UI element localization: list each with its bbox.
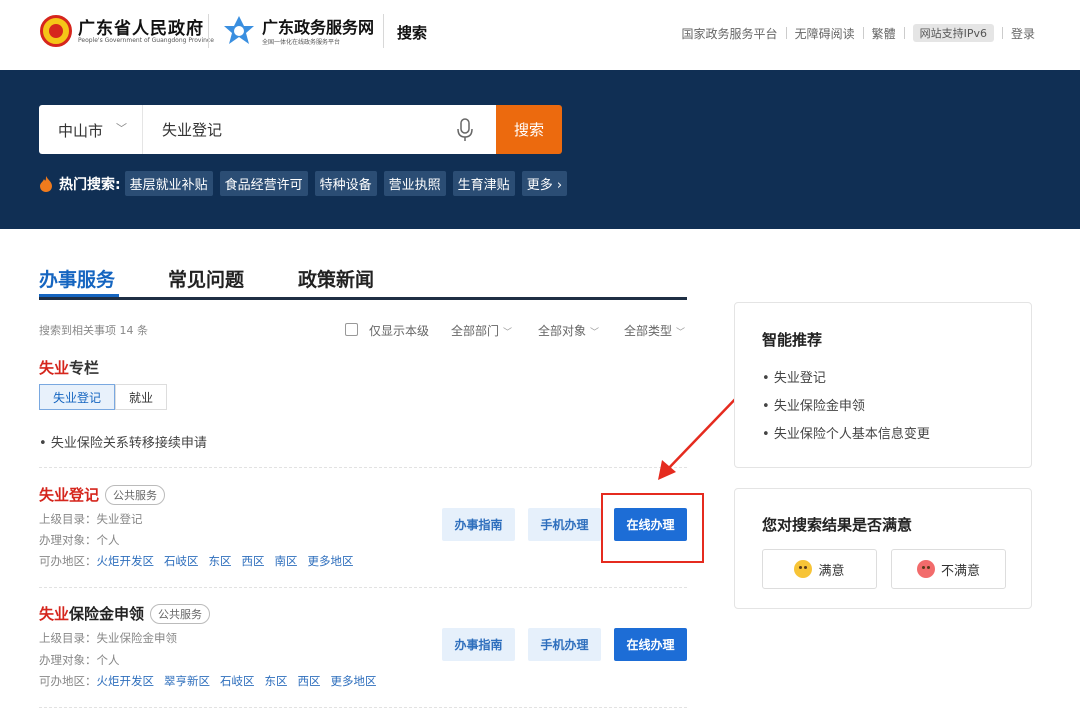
divider bbox=[208, 14, 209, 48]
filter-target[interactable]: 全部对象 ﹀ bbox=[538, 322, 599, 339]
annotation-highlight-box bbox=[601, 493, 704, 563]
service-regions: 可办地区：火炬开发区 翠亨新区 石岐区 东区 西区 更多地区 bbox=[39, 674, 377, 688]
gov-title[interactable]: 广东省人民政府 bbox=[78, 14, 204, 39]
service-catalog: 上级目录：失业保险金申领 bbox=[39, 631, 177, 645]
hot-tag[interactable]: 营业执照 bbox=[383, 171, 446, 196]
online-handle-button[interactable]: 在线办理 bbox=[614, 628, 687, 661]
recommend-title: 智能推荐 bbox=[762, 331, 823, 349]
city-select[interactable]: 中山市 bbox=[58, 120, 103, 141]
column-title: 失业专栏 bbox=[39, 359, 100, 377]
tab-policy-news[interactable]: 政策新闻 bbox=[298, 265, 374, 292]
tab-services[interactable]: 办事服务 bbox=[39, 265, 115, 292]
result-tabs: 办事服务 常见问题 政策新闻 bbox=[39, 262, 687, 300]
divider bbox=[39, 587, 687, 588]
feedback-title: 您对搜索结果是否满意 bbox=[762, 516, 913, 534]
recommend-item[interactable]: • 失业登记 bbox=[762, 367, 826, 386]
portal-logo-icon bbox=[224, 16, 254, 44]
link-accessibility[interactable]: 无障碍阅读 bbox=[795, 25, 855, 42]
filter-department[interactable]: 全部部门 ﹀ bbox=[451, 322, 512, 339]
region-link[interactable]: 翠亨新区 bbox=[164, 674, 210, 688]
tab-faq[interactable]: 常见问题 bbox=[168, 265, 244, 292]
search-input[interactable] bbox=[162, 117, 452, 142]
active-tab-indicator bbox=[39, 294, 119, 297]
only-local-checkbox[interactable] bbox=[345, 323, 358, 336]
recommend-item[interactable]: • 失业保险金申领 bbox=[762, 395, 865, 414]
subtab-unemployment-registration[interactable]: 失业登记 bbox=[39, 384, 116, 410]
service-catalog: 上级目录：失业登记 bbox=[39, 512, 143, 526]
feedback-card: 您对搜索结果是否满意 满意 不满意 bbox=[734, 488, 1032, 609]
region-link[interactable]: 南区 bbox=[275, 554, 298, 568]
guide-button[interactable]: 办事指南 bbox=[442, 628, 515, 661]
satisfied-button[interactable]: 满意 bbox=[762, 549, 877, 589]
result-count: 搜索到相关事项 14 条 bbox=[39, 324, 148, 337]
search-box: 中山市 ﹀ bbox=[39, 105, 496, 154]
hot-search: 热门搜索: 基层就业补贴 食品经营许可 特种设备 营业执照 生育津贴 更多 › bbox=[39, 171, 574, 196]
link-traditional-chinese[interactable]: 繁體 bbox=[872, 25, 896, 42]
national-emblem-icon bbox=[40, 15, 72, 47]
region-link[interactable]: 石岐区 bbox=[220, 674, 255, 688]
filter-type[interactable]: 全部类型 ﹀ bbox=[624, 322, 685, 339]
top-links: 国家政务服务平台 无障碍阅读 繁體 网站支持IPv6 登录 bbox=[682, 24, 1035, 42]
divider bbox=[39, 467, 687, 468]
fire-icon bbox=[40, 175, 52, 192]
hot-tag[interactable]: 食品经营许可 bbox=[219, 171, 308, 196]
more-regions-link[interactable]: 更多地区 bbox=[308, 554, 354, 568]
portal-subtitle: 全国一体化在线政务服务平台 bbox=[262, 39, 341, 46]
mobile-handle-button[interactable]: 手机办理 bbox=[528, 508, 601, 541]
recommend-item[interactable]: • 失业保险个人基本信息变更 bbox=[762, 423, 930, 442]
ipv6-badge: 网站支持IPv6 bbox=[912, 24, 994, 42]
chevron-down-icon[interactable]: ﹀ bbox=[116, 120, 127, 136]
public-service-tag: 公共服务 bbox=[105, 484, 166, 505]
guide-button[interactable]: 办事指南 bbox=[442, 508, 515, 541]
frown-icon bbox=[916, 560, 935, 578]
region-link[interactable]: 西区 bbox=[298, 674, 321, 688]
gov-subtitle: People's Government of Guangdong Provinc… bbox=[78, 37, 214, 44]
service-target: 办理对象：个人 bbox=[39, 533, 120, 547]
recommend-card: 智能推荐 • 失业登记 • 失业保险金申领 • 失业保险个人基本信息变更 bbox=[734, 302, 1032, 468]
region-link[interactable]: 火炬开发区 bbox=[97, 554, 155, 568]
region-link[interactable]: 西区 bbox=[242, 554, 265, 568]
portal-title[interactable]: 广东政务服务网 bbox=[262, 14, 374, 38]
region-link[interactable]: 东区 bbox=[209, 554, 232, 568]
more-regions-link[interactable]: 更多地区 bbox=[331, 674, 377, 688]
hot-tag[interactable]: 基层就业补贴 bbox=[124, 171, 213, 196]
hot-tag[interactable]: 生育津贴 bbox=[452, 171, 515, 196]
region-link[interactable]: 火炬开发区 bbox=[97, 674, 155, 688]
service-regions: 可办地区：火炬开发区 石岐区 东区 西区 南区 更多地区 bbox=[39, 554, 354, 568]
smile-icon bbox=[794, 560, 813, 578]
link-national-platform[interactable]: 国家政务服务平台 bbox=[682, 25, 778, 42]
service-title[interactable]: 失业登记 公共服务 bbox=[39, 484, 166, 505]
service-title[interactable]: 失业 保险金申领 公共服务 bbox=[39, 603, 211, 624]
hot-more-button[interactable]: 更多 › bbox=[521, 171, 568, 196]
region-link[interactable]: 石岐区 bbox=[164, 554, 199, 568]
column-item[interactable]: • 失业保险关系转移接续申请 bbox=[39, 432, 207, 451]
only-local-label[interactable]: 仅显示本级 bbox=[369, 322, 429, 339]
region-link[interactable]: 东区 bbox=[265, 674, 288, 688]
search-button[interactable]: 搜索 bbox=[496, 105, 562, 154]
top-bar: 广东省人民政府 People's Government of Guangdong… bbox=[0, 0, 1080, 70]
divider bbox=[39, 707, 687, 708]
column-subtabs: 失业登记 就业 bbox=[39, 384, 168, 410]
hot-tag[interactable]: 特种设备 bbox=[314, 171, 377, 196]
page-section-title: 搜索 bbox=[397, 24, 428, 42]
subtab-employment[interactable]: 就业 bbox=[115, 384, 168, 410]
divider bbox=[383, 14, 384, 48]
service-target: 办理对象：个人 bbox=[39, 653, 120, 667]
public-service-tag: 公共服务 bbox=[150, 603, 211, 624]
hot-search-label: 热门搜索: bbox=[59, 176, 121, 193]
microphone-icon[interactable] bbox=[457, 118, 473, 142]
mobile-handle-button[interactable]: 手机办理 bbox=[528, 628, 601, 661]
unsatisfied-button[interactable]: 不满意 bbox=[891, 549, 1006, 589]
login-link[interactable]: 登录 bbox=[1011, 25, 1035, 42]
